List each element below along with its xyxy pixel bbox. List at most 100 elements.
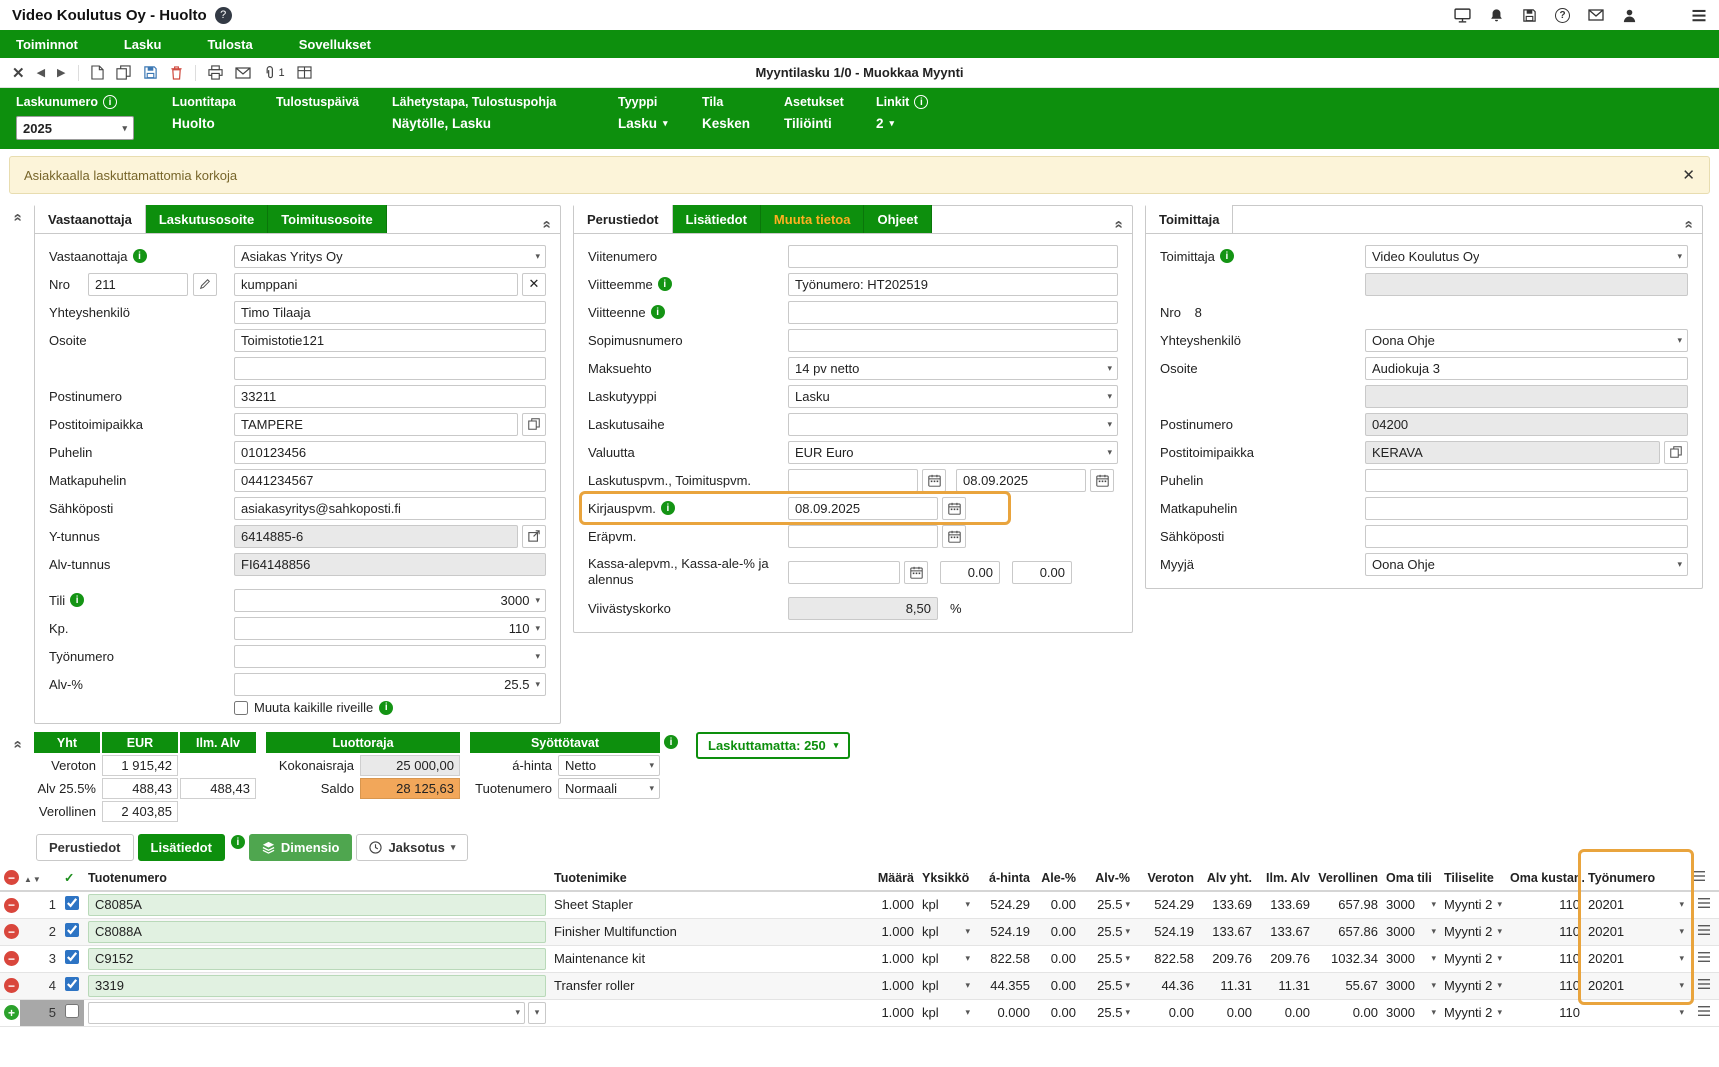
- vat-select[interactable]: 25.5▾: [1084, 924, 1130, 939]
- copy-icon[interactable]: [116, 65, 131, 80]
- unit-select[interactable]: kpl▾: [922, 924, 970, 939]
- tab-lisatiedot[interactable]: Lisätiedot: [673, 205, 761, 233]
- tuotenumero-mode-select[interactable]: Normaali▾: [558, 778, 660, 799]
- col-tuotenumero[interactable]: Tuotenumero: [84, 865, 550, 891]
- laskunumero-select[interactable]: 2025▾: [16, 116, 134, 140]
- ahinta-mode-select[interactable]: Netto▾: [558, 755, 660, 776]
- collapse-summary-icon[interactable]: »: [9, 740, 26, 748]
- copy-icon[interactable]: [522, 413, 546, 436]
- col-tyonumero[interactable]: Työnumero: [1584, 865, 1688, 891]
- calendar-icon[interactable]: [1090, 469, 1114, 492]
- sahkoposti-input[interactable]: [234, 497, 546, 520]
- vat-select[interactable]: 25.5▾: [1084, 1005, 1130, 1020]
- product-name-cell[interactable]: Maintenance kit: [550, 945, 862, 972]
- cost-center-cell[interactable]: 110: [1506, 945, 1584, 972]
- notifications-bell-icon[interactable]: [1489, 8, 1504, 23]
- tab-vastaanottaja[interactable]: Vastaanottaja: [35, 205, 146, 233]
- unit-select[interactable]: kpl▾: [922, 951, 970, 966]
- cost-center-cell[interactable]: 110: [1506, 972, 1584, 999]
- product-name-cell[interactable]: [550, 999, 862, 1026]
- menu-hamburger-icon[interactable]: [1691, 9, 1707, 22]
- new-document-icon[interactable]: [91, 65, 104, 80]
- row-menu-icon[interactable]: [1697, 924, 1711, 936]
- tab-laskutusosoite[interactable]: Laskutusosoite: [146, 205, 268, 233]
- collapse-supplier-icon[interactable]: »: [1679, 220, 1696, 228]
- vat-select[interactable]: 25.5▾: [1084, 897, 1130, 912]
- close-warning-icon[interactable]: ✕: [1682, 166, 1695, 184]
- external-link-icon[interactable]: [522, 525, 546, 548]
- select-all-check-icon[interactable]: ✓: [64, 871, 74, 885]
- puhelin-input[interactable]: [234, 441, 546, 464]
- unit-price-cell[interactable]: 822.58: [974, 945, 1034, 972]
- tab-toimitusosoite[interactable]: Toimitusosoite: [268, 205, 386, 233]
- product-number-input[interactable]: 3319: [88, 975, 546, 997]
- account-select[interactable]: 3000▾: [1386, 1005, 1436, 1020]
- delete-all-icon[interactable]: −: [4, 870, 19, 885]
- discount-cell[interactable]: 0.00: [1034, 972, 1080, 999]
- supplier-matkapuhelin-input[interactable]: [1365, 497, 1688, 520]
- valuutta-select[interactable]: EUR Euro▾: [788, 441, 1118, 464]
- osoite-input[interactable]: [234, 329, 546, 352]
- row-select-checkbox[interactable]: [65, 950, 79, 964]
- row-menu-icon[interactable]: [1697, 951, 1711, 963]
- gridtab-jaksotus[interactable]: Jaksotus ▾: [356, 834, 468, 861]
- laskutusaihe-select[interactable]: ▾: [788, 413, 1118, 436]
- calendar-icon[interactable]: [904, 561, 928, 584]
- unit-price-cell[interactable]: 44.355: [974, 972, 1034, 999]
- kp-select[interactable]: 110▾: [234, 617, 546, 640]
- back-icon[interactable]: ◀: [37, 66, 45, 79]
- delete-row-button[interactable]: −: [4, 924, 19, 939]
- worknumber-select[interactable]: ▾: [1588, 1008, 1684, 1017]
- menu-sovellukset[interactable]: Sovellukset: [299, 37, 371, 52]
- help-badge-icon[interactable]: ?: [215, 7, 232, 24]
- clear-x-icon[interactable]: ✕: [522, 273, 546, 296]
- postitoimipaikka-input[interactable]: [234, 413, 518, 436]
- quantity-cell[interactable]: 1.000: [862, 972, 918, 999]
- sopimusnumero-input[interactable]: [788, 329, 1118, 352]
- matkapuhelin-input[interactable]: [234, 469, 546, 492]
- vat-select[interactable]: 25.5▾: [1084, 978, 1130, 993]
- worknumber-select[interactable]: 20201▾: [1588, 897, 1684, 912]
- worknumber-select[interactable]: 20201▾: [1588, 978, 1684, 993]
- maksuehto-select[interactable]: 14 pv netto▾: [788, 357, 1118, 380]
- user-icon[interactable]: [1622, 8, 1637, 23]
- save-disk-icon[interactable]: [1522, 8, 1537, 23]
- unit-select[interactable]: kpl▾: [922, 897, 970, 912]
- email-icon[interactable]: [235, 67, 251, 79]
- quantity-cell[interactable]: 1.000: [862, 918, 918, 945]
- tyyppi-value[interactable]: Lasku▾: [618, 116, 676, 131]
- account-name-select[interactable]: Myynti 2▾: [1444, 924, 1502, 939]
- tab-perustiedot[interactable]: Perustiedot: [574, 205, 673, 233]
- account-select[interactable]: 3000▾: [1386, 897, 1436, 912]
- unit-price-cell[interactable]: 0.000: [974, 999, 1034, 1026]
- viitteenne-input[interactable]: [788, 301, 1118, 324]
- nro-input[interactable]: [88, 273, 188, 296]
- collapse-panels-icon[interactable]: »: [9, 213, 26, 221]
- close-icon[interactable]: ✕: [12, 64, 25, 82]
- account-name-select[interactable]: Myynti 2▾: [1444, 1005, 1502, 1020]
- linkit-value[interactable]: 2▾: [876, 116, 936, 131]
- grid-settings-icon[interactable]: [1692, 870, 1706, 882]
- kassa-alepvm-input[interactable]: [788, 561, 900, 584]
- unit-price-cell[interactable]: 524.29: [974, 891, 1034, 918]
- calendar-icon[interactable]: [942, 525, 966, 548]
- yhteyshenkilo-input[interactable]: [234, 301, 546, 324]
- col-alvyht[interactable]: Alv yht.: [1198, 865, 1256, 891]
- calendar-icon[interactable]: [942, 497, 966, 520]
- delete-icon[interactable]: [170, 65, 183, 80]
- col-omakustan[interactable]: Oma kustan...: [1506, 865, 1584, 891]
- col-yksikko[interactable]: Yksikkö: [918, 865, 974, 891]
- tyonumero-select[interactable]: ▾: [234, 645, 546, 668]
- gridtab-perustiedot[interactable]: Perustiedot: [36, 834, 134, 861]
- kumppani-input[interactable]: [234, 273, 518, 296]
- col-maara[interactable]: Määrä: [862, 865, 918, 891]
- kirjauspvm-input[interactable]: [788, 497, 938, 520]
- col-tuotenimike[interactable]: Tuotenimike: [550, 865, 862, 891]
- supplier-puhelin-input[interactable]: [1365, 469, 1688, 492]
- row-menu-icon[interactable]: [1697, 897, 1711, 909]
- row-menu-icon[interactable]: [1697, 1005, 1711, 1017]
- delete-row-button[interactable]: −: [4, 978, 19, 993]
- unit-price-cell[interactable]: 524.19: [974, 918, 1034, 945]
- supplier-yhteyshenkilo-select[interactable]: Oona Ohje▾: [1365, 329, 1688, 352]
- help-icon[interactable]: ?: [1555, 8, 1570, 23]
